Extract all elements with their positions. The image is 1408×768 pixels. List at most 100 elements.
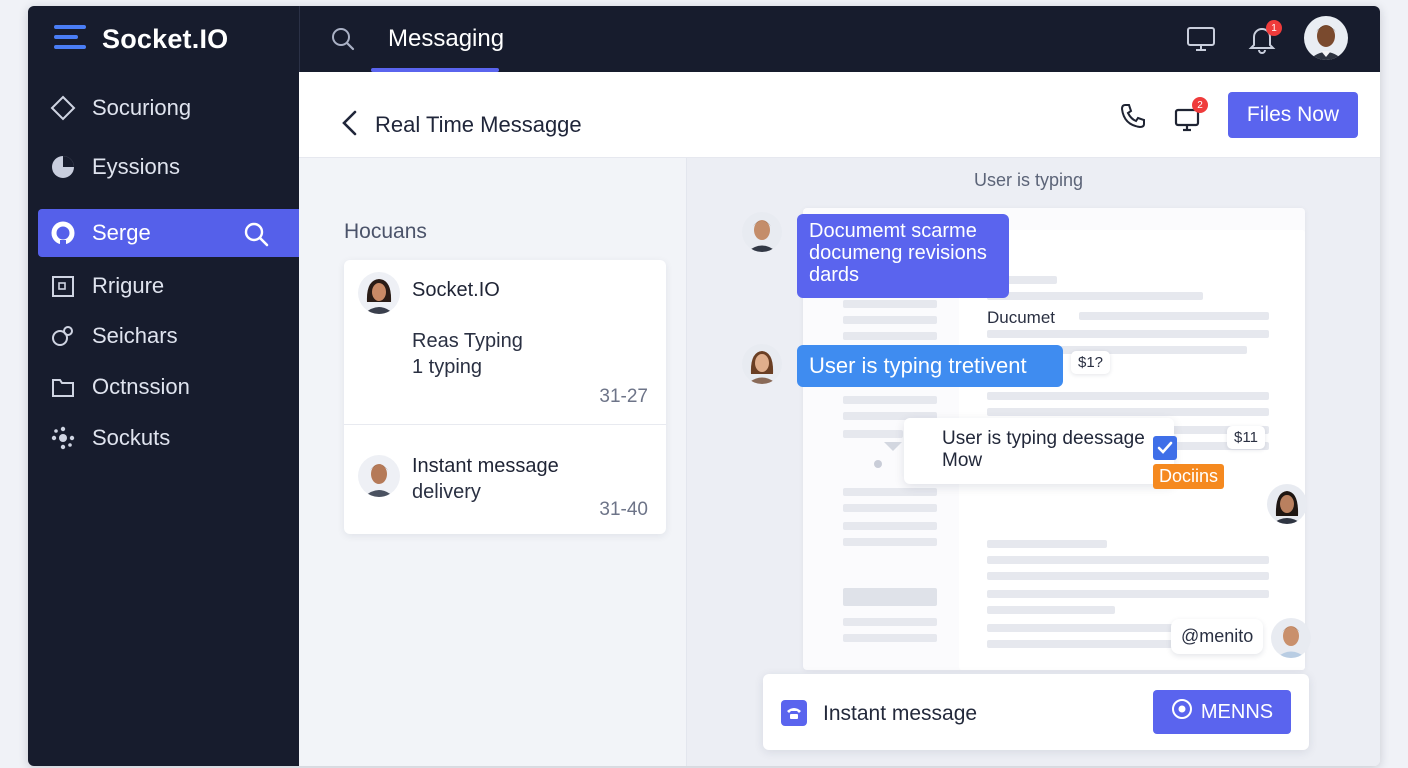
text-line — [987, 292, 1203, 300]
reaction-tag: $11 — [1227, 426, 1265, 449]
files-now-button[interactable]: Files Now — [1228, 92, 1358, 138]
send-button-label: MENNS — [1200, 700, 1274, 723]
text-line — [843, 300, 937, 308]
document-heading: Ducumet — [987, 308, 1056, 327]
list-heading: Hocuans — [344, 220, 427, 243]
text-line — [843, 634, 937, 642]
dot-icon — [874, 460, 882, 468]
menu-icon[interactable] — [54, 24, 88, 55]
screen-share-badge: 2 — [1192, 97, 1208, 113]
conversation-list-panel: Hocuans Socket.IO Reas Typing 1 typing 3… — [299, 158, 687, 766]
tab-messaging[interactable]: Messaging — [388, 25, 504, 53]
avatar — [1267, 484, 1307, 524]
conversation-name: Instant message — [412, 455, 559, 477]
conversation-preview: delivery — [412, 481, 481, 503]
avatar — [358, 272, 400, 314]
typing-note[interactable]: User is typing deessage Mow — [884, 418, 1174, 484]
orange-label: Dociins — [1153, 464, 1225, 489]
conversation-time: 31-27 — [599, 386, 648, 407]
text-line — [987, 556, 1269, 564]
text-block — [843, 588, 937, 606]
conversation-preview: 1 typing — [412, 356, 483, 378]
checkbox-checked-icon[interactable] — [1153, 436, 1177, 460]
conversation-header: Real Time Messagge 2 Files Now — [299, 72, 1380, 158]
ring-icon — [50, 220, 76, 246]
text-line — [987, 540, 1107, 548]
link-circles-icon — [50, 323, 76, 349]
sidebar-item-eyssions[interactable]: Eyssions — [38, 143, 299, 191]
text-line — [843, 332, 937, 340]
text-line — [1079, 312, 1269, 320]
sidebar-item-label: Serge — [92, 220, 151, 245]
message-input[interactable]: Instant message — [823, 702, 977, 726]
message-text: Documemt scarme — [809, 220, 977, 242]
list-item[interactable]: Socket.IO Reas Typing 1 typing 31-27 — [344, 260, 666, 424]
mention-chip[interactable]: @menito — [1171, 619, 1264, 654]
dots-cluster-icon — [50, 425, 76, 451]
app-window: Socket.IO Socuriong Eyssions Serge Rrigu… — [28, 6, 1380, 766]
text-line — [987, 590, 1269, 598]
message-bubble[interactable]: User is typing tretivent — [797, 345, 1063, 387]
typing-indicator: User is typing — [974, 170, 1084, 190]
text-line — [843, 488, 937, 496]
avatar — [1271, 618, 1311, 658]
text-line — [987, 624, 1187, 632]
caret-icon — [884, 442, 902, 451]
conversation-card: Socket.IO Reas Typing 1 typing 31-27 Ins… — [344, 260, 666, 534]
list-item[interactable]: Instant message delivery 31-40 — [344, 425, 666, 534]
text-line — [843, 618, 937, 626]
text-line — [987, 330, 1269, 338]
text-line — [843, 430, 903, 438]
sidebar-item-label: Octnssion — [92, 374, 190, 399]
text-line — [843, 504, 937, 512]
sidebar-item-label: Seichars — [92, 323, 178, 348]
chat-area: User is typing Ducumet Documemt scarme d… — [687, 158, 1380, 766]
note-text: Mow — [942, 450, 983, 471]
message-text: documeng revisions — [809, 242, 987, 264]
sidebar-item-octnssion[interactable]: Octnssion — [38, 363, 299, 411]
sidebar-item-serge[interactable]: Serge — [38, 209, 299, 257]
avatar — [742, 344, 782, 384]
text-line — [987, 572, 1269, 580]
sidebar-item-socuriong[interactable]: Socuriong — [38, 84, 299, 132]
sidebar-item-seichars[interactable]: Seichars — [38, 312, 299, 360]
sidebar-item-label: Eyssions — [92, 154, 181, 179]
search-icon[interactable] — [243, 221, 269, 253]
text-line — [987, 606, 1115, 614]
sidebar-item-label: Socuriong — [92, 95, 192, 120]
note-text: User is typing deessage — [942, 428, 1145, 449]
brand[interactable]: Socket.IO — [54, 24, 228, 55]
sidebar: Socket.IO Socuriong Eyssions Serge Rrigu… — [28, 6, 299, 766]
page-title: Real Time Messagge — [375, 112, 582, 137]
sidebar-item-label: Sockuts — [92, 425, 171, 450]
text-line — [843, 538, 937, 546]
target-icon — [1171, 698, 1193, 726]
search-icon[interactable] — [330, 26, 356, 57]
notification-badge: 1 — [1266, 20, 1282, 36]
back-icon[interactable] — [341, 110, 359, 141]
brand-name: Socket.IO — [102, 24, 229, 54]
avatar — [358, 455, 400, 497]
diamond-outline-icon — [50, 95, 76, 121]
top-bar: Messaging 1 — [299, 6, 1380, 72]
text-line — [987, 392, 1269, 400]
folder-icon — [50, 374, 76, 400]
sidebar-item-rrigure[interactable]: Rrigure — [38, 262, 299, 310]
phone-booth-icon[interactable] — [781, 700, 807, 726]
conversation-preview: Reas Typing — [412, 330, 523, 352]
pie-chart-icon — [50, 154, 76, 180]
message-composer: Instant message MENNS — [763, 674, 1309, 750]
message-text: dards — [809, 264, 860, 286]
frame-box-icon — [50, 273, 76, 299]
send-button[interactable]: MENNS — [1153, 690, 1291, 734]
sidebar-item-sockuts[interactable]: Sockuts — [38, 414, 299, 462]
phone-icon[interactable] — [1119, 102, 1147, 135]
text-line — [987, 408, 1269, 416]
user-avatar[interactable] — [1304, 16, 1348, 60]
screen-icon[interactable] — [1186, 26, 1216, 57]
conversation-time: 31-40 — [599, 499, 648, 520]
message-bubble[interactable]: Documemt scarme documeng revisions dards — [797, 214, 1009, 298]
reaction-tag: $1? — [1071, 351, 1111, 374]
text-line — [843, 396, 937, 404]
text-line — [843, 522, 937, 530]
